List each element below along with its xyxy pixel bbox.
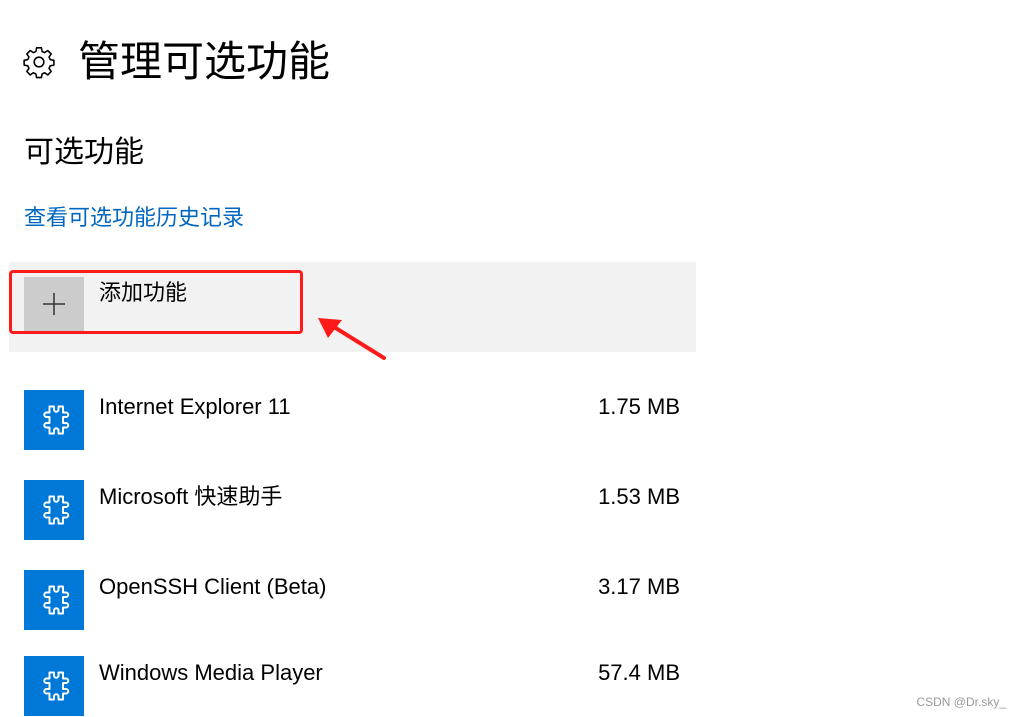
gear-icon	[23, 47, 55, 79]
feature-item-openssh-client[interactable]: OpenSSH Client (Beta) 3.17 MB	[24, 570, 684, 630]
feature-size: 3.17 MB	[598, 574, 680, 599]
feature-size: 1.53 MB	[598, 484, 680, 509]
annotation-highlight-box	[9, 270, 303, 334]
page-header: 管理可选功能	[22, 34, 330, 90]
section-title: 可选功能	[24, 136, 144, 169]
feature-size: 1.75 MB	[598, 394, 680, 419]
feature-size: 57.4 MB	[598, 660, 680, 685]
feature-item-internet-explorer[interactable]: Internet Explorer 11 1.75 MB	[24, 390, 684, 450]
feature-name: OpenSSH Client (Beta)	[99, 574, 327, 599]
puzzle-icon	[24, 656, 84, 716]
feature-name: Windows Media Player	[99, 660, 323, 685]
puzzle-icon	[24, 480, 84, 540]
puzzle-icon	[24, 570, 84, 630]
feature-item-windows-media-player[interactable]: Windows Media Player 57.4 MB	[24, 656, 684, 716]
puzzle-icon	[24, 390, 84, 450]
feature-name: Microsoft 快速助手	[99, 484, 283, 509]
page-title: 管理可选功能	[78, 38, 331, 85]
watermark: CSDN @Dr.sky_	[916, 695, 1006, 709]
annotation-arrow	[318, 318, 386, 360]
history-link[interactable]: 查看可选功能历史记录	[24, 202, 244, 234]
feature-item-quick-assist[interactable]: Microsoft 快速助手 1.53 MB	[24, 480, 684, 540]
feature-name: Internet Explorer 11	[99, 394, 291, 419]
